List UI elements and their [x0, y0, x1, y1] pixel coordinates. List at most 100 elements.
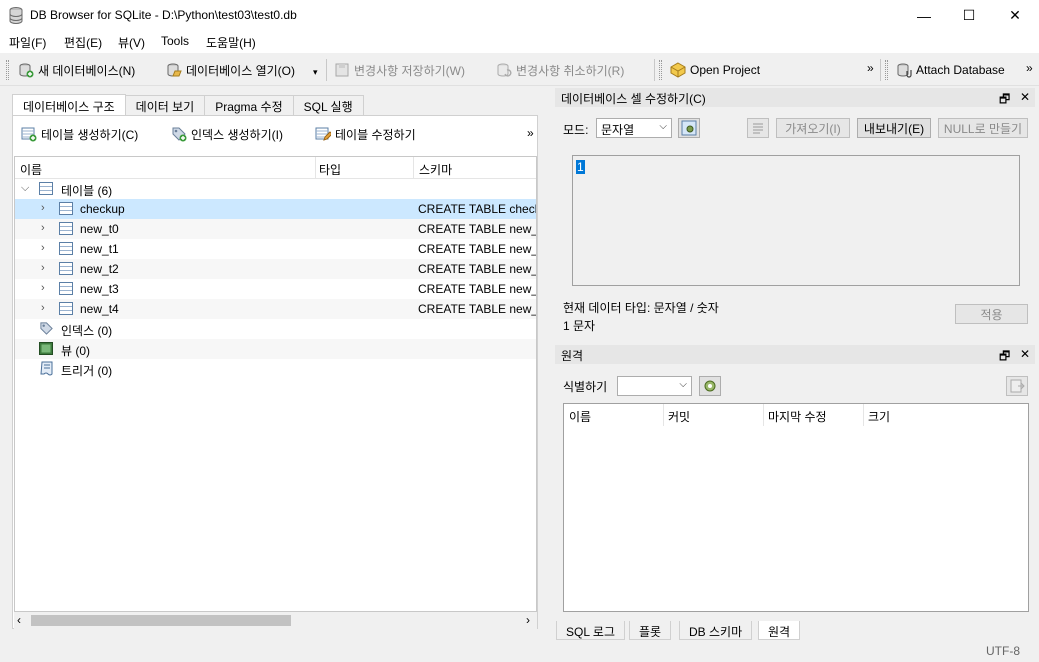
triggers-label: 트리거 (0) [61, 364, 113, 378]
menu-file[interactable]: 파일(F) [9, 34, 46, 51]
tree-row-tables-group[interactable]: ⌵ 테이블 (6) [15, 179, 536, 199]
menu-help[interactable]: 도움말(H) [206, 34, 256, 51]
tree-row-table[interactable]: › new_t4 CREATE TABLE new_t4 [15, 299, 537, 319]
toolbar-grip[interactable] [6, 60, 9, 80]
column-header-last-modified[interactable]: 마지막 수정 [768, 408, 827, 425]
column-header-schema[interactable]: 스키마 [419, 161, 452, 178]
cell-editor-value[interactable]: 1 [576, 160, 585, 174]
table-schema: CREATE TABLE new_t4 [418, 302, 537, 316]
table-name: new_t4 [80, 302, 119, 316]
minimize-button[interactable]: — [901, 0, 947, 31]
collapse-arrow-icon[interactable]: ⌵ [21, 182, 29, 195]
upload-icon [1010, 379, 1025, 393]
create-table-icon [21, 127, 37, 142]
float-dock-icon[interactable]: 🗗 [999, 347, 1010, 368]
apply-button[interactable]: 적용 [955, 304, 1028, 324]
import-button[interactable]: 가져오기(I) [776, 118, 850, 138]
status-bar: UTF-8 [0, 640, 1039, 662]
set-null-button[interactable]: NULL로 만들기 [938, 118, 1028, 138]
tree-row-views[interactable]: 뷰 (0) [15, 339, 536, 359]
scroll-left-icon[interactable]: ‹ [17, 613, 21, 627]
expand-arrow-icon[interactable]: › [41, 262, 45, 274]
new-database-label: 새 데이터베이스(N) [38, 63, 136, 78]
expand-arrow-icon[interactable]: › [41, 222, 45, 234]
structure-toolbar-overflow[interactable]: » [527, 126, 534, 140]
revert-icon [497, 63, 512, 77]
toolbar-overflow-button[interactable]: » [1026, 61, 1033, 75]
toolbar-overflow-button[interactable]: » [867, 61, 874, 75]
expand-arrow-icon[interactable]: › [41, 242, 45, 254]
close-dock-icon[interactable]: ✕ [1020, 90, 1030, 104]
table-icon [59, 222, 73, 235]
column-header-name[interactable]: 이름 [20, 161, 42, 178]
menu-bar: 파일(F) 편집(E) 뷰(V) Tools 도움말(H) [0, 31, 1039, 53]
horizontal-scrollbar[interactable]: ‹ › [14, 612, 537, 629]
identity-select[interactable]: ⌵ [617, 376, 692, 396]
tab-execute-sql[interactable]: SQL 실행 [292, 95, 364, 115]
tree-row-table[interactable]: › new_t1 CREATE TABLE new_t1 [15, 239, 536, 259]
cell-editor[interactable]: 1 [572, 155, 1020, 286]
view-icon [39, 342, 53, 355]
open-project-button[interactable]: Open Project [670, 59, 760, 81]
expand-arrow-icon[interactable]: › [41, 302, 45, 314]
maximize-button[interactable]: ☐ [946, 0, 992, 31]
open-database-dropdown-arrow[interactable]: ▾ [313, 67, 318, 78]
scrollbar-thumb[interactable] [31, 615, 291, 626]
encoding-indicator: UTF-8 [986, 644, 1020, 658]
tree-row-table[interactable]: › new_t0 CREATE TABLE new_t0 [15, 219, 536, 239]
column-divider[interactable] [413, 157, 414, 179]
tree-row-indices[interactable]: 인덱스 (0) [15, 319, 536, 339]
column-divider[interactable] [763, 404, 764, 426]
attach-database-button[interactable]: Attach Database [896, 59, 1005, 81]
edit-cell-dock-title: 데이터베이스 셀 수정하기(C) [555, 88, 1035, 107]
close-dock-icon[interactable]: ✕ [1020, 347, 1030, 361]
revert-changes-button[interactable]: 변경사항 취소하기(R) [496, 59, 624, 81]
tree-row-triggers[interactable]: 트리거 (0) [15, 359, 536, 379]
write-changes-button[interactable]: 변경사항 저장하기(W) [334, 59, 465, 81]
create-index-button[interactable]: 인덱스 생성하기(I) [171, 124, 283, 144]
menu-view[interactable]: 뷰(V) [118, 34, 145, 51]
word-wrap-button[interactable] [747, 118, 769, 138]
tab-edit-pragmas[interactable]: Pragma 수정 [204, 95, 294, 115]
tree-row-table[interactable]: › checkup CREATE TABLE checkup [15, 199, 536, 219]
create-index-label: 인덱스 생성하기(I) [191, 127, 283, 142]
configure-identity-button[interactable] [699, 376, 721, 396]
database-structure-panel: 테이블 생성하기(C) 인덱스 생성하기(I) 테이블 수정하기 » 이름 타입… [12, 115, 538, 629]
expand-arrow-icon[interactable]: › [41, 202, 45, 214]
column-divider[interactable] [863, 404, 864, 426]
database-icon [9, 7, 23, 24]
new-database-button[interactable]: 새 데이터베이스(N) [18, 59, 135, 81]
tab-sql-log[interactable]: SQL 로그 [556, 621, 625, 640]
close-window-button[interactable]: ✕ [992, 0, 1038, 31]
column-header-size[interactable]: 크기 [868, 408, 890, 425]
column-divider[interactable] [315, 157, 316, 179]
expand-arrow-icon[interactable]: › [41, 282, 45, 294]
tab-database-structure[interactable]: 데이터베이스 구조 [12, 94, 126, 115]
toolbar-grip[interactable] [659, 60, 662, 80]
export-button[interactable]: 내보내기(E) [857, 118, 931, 138]
menu-tools[interactable]: Tools [161, 34, 189, 48]
column-divider[interactable] [663, 404, 664, 426]
tab-db-schema[interactable]: DB 스키마 [679, 621, 753, 640]
column-header-name[interactable]: 이름 [569, 408, 591, 425]
tree-row-table[interactable]: › new_t3 CREATE TABLE new_t3 [15, 279, 536, 299]
push-database-button[interactable] [1006, 376, 1028, 396]
create-table-button[interactable]: 테이블 생성하기(C) [21, 124, 138, 144]
revert-changes-label: 변경사항 취소하기(R) [516, 63, 625, 78]
mode-select[interactable]: 문자열 ⌵ [596, 118, 672, 138]
tab-plot[interactable]: 플롯 [629, 621, 672, 640]
open-database-button[interactable]: 데이터베이스 열기(O) [166, 59, 295, 81]
modify-table-button[interactable]: 테이블 수정하기 [315, 124, 416, 144]
float-dock-icon[interactable]: 🗗 [999, 90, 1010, 111]
column-header-commit[interactable]: 커밋 [668, 408, 690, 425]
toolbar-grip[interactable] [885, 60, 888, 80]
scroll-right-icon[interactable]: › [526, 613, 530, 627]
chevron-down-icon: ⌵ [679, 379, 687, 390]
tab-browse-data[interactable]: 데이터 보기 [124, 95, 206, 115]
menu-edit[interactable]: 편집(E) [64, 34, 102, 51]
column-header-type[interactable]: 타입 [319, 161, 341, 178]
tree-row-table[interactable]: › new_t2 CREATE TABLE new_t2 [15, 259, 536, 279]
auto-switch-mode-button[interactable] [678, 118, 700, 138]
tab-remote[interactable]: 원격 [758, 621, 801, 640]
remote-file-list[interactable]: 이름 커밋 마지막 수정 크기 [563, 403, 1029, 612]
